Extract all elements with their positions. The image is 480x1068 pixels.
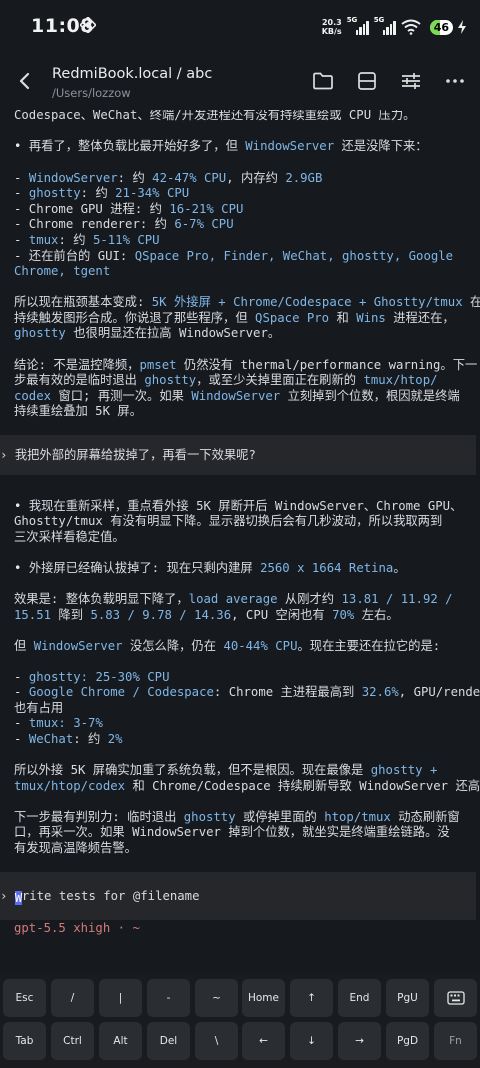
key-tilde[interactable]: ~ [195,979,238,1017]
list-item: - Chrome renderer: 约 6-7% CPU [14,217,234,231]
charging-icon [458,20,466,34]
key-pgup[interactable]: PgU [386,979,429,1017]
output-line: codex 窗口; 再测一次。如果 WindowServer 立刻掉到个位数，根… [14,389,460,403]
signal-strength-icon-2: 5G [374,16,396,35]
app-header: RedmiBook.local / abc /Users/lozzow [0,52,480,110]
keyboard-toggle-icon[interactable] [434,979,477,1017]
model-status: gpt-5.5 xhigh · ~ [14,921,140,935]
list-item: - Google Chrome / Codespace: Chrome 主进程最… [14,685,480,699]
output-line: Codespace、WeChat、终端/开发进程还有没有持续重绘或 CPU 压力… [14,110,416,122]
output-line: tmux/htop/codex 和 Chrome/Codespace 持续刷新导… [14,779,480,793]
output-line: 但 WindowServer 没怎么降，仍在 40-44% CPU。现在主要还在… [14,639,441,653]
list-item: - ghostty: 25-30% CPU [14,670,170,684]
list-item: - WindowServer: 约 42-47% CPU, 内存约 2.9GB [14,171,323,185]
output-line: 三次采样看稳定值。 [14,530,125,544]
session-title: RedmiBook.local / abc [52,66,213,82]
output-line: • 外接屏已经确认拔掉了: 现在只剩内建屏 2560 x 1664 Retina… [14,561,406,575]
list-item: - 还在前台的 GUI: QSpace Pro, Finder, WeChat,… [14,249,454,263]
battery-indicator: 46 [429,19,453,35]
key-home[interactable]: Home [242,979,285,1017]
output-line: 步最有效的是临时退出 ghostty，或至少关掉里面正在刷新的 tmux/hto… [14,373,438,387]
output-line: Ghostty/tmux 有没有明显下降。显示器切换后会有几秒波动，所以我取两到 [14,514,443,528]
key-dash[interactable]: - [147,979,190,1017]
key-slash[interactable]: / [51,979,94,1017]
layout-split-icon[interactable] [356,70,378,92]
output-line: 口，再采一次。如果 WindowServer 掉到个位数，就坐实是终端重绘链路。… [14,825,450,839]
output-line: ghostty 也很明显还在拉高 WindowServer。 [14,326,281,340]
list-item: - Chrome GPU 进程: 约 16-21% CPU [14,202,244,216]
key-up[interactable]: ↑ [290,979,333,1017]
status-bar: 11:08 20.3 KB/s 5G 5G 46 [0,0,480,52]
key-end[interactable]: End [338,979,381,1017]
list-item: - ghostty: 约 21-34% CPU [14,186,190,200]
key-ctrl[interactable]: Ctrl [51,1022,94,1060]
output-line: 持续重绘叠加 5K 屏。 [14,404,142,418]
list-item: - WeChat: 约 2% [14,732,123,746]
key-fn[interactable]: Fn [434,1022,477,1060]
output-line: 效果是: 整体负载明显下降了，load average 从刚才约 13.81 /… [14,592,453,606]
key-pgdn[interactable]: PgD [386,1022,429,1060]
app-notification-icon [80,17,96,33]
key-del[interactable]: Del [147,1022,190,1060]
signal-strength-icon: 5G [347,16,369,35]
text-cursor: W [14,891,23,905]
sliders-icon[interactable] [400,70,422,92]
network-speed: 20.3 KB/s [321,18,342,36]
key-alt[interactable]: Alt [99,1022,142,1060]
extra-keys-bar: Esc / | - ~ Home ↑ End PgU Tab Ctrl Alt … [0,975,480,1068]
terminal-output[interactable]: Codespace、WeChat、终端/开发进程还有没有持续重绘或 CPU 压力… [0,110,480,975]
output-paragraph: • 再看了，整体负载比最开始好多了，但 WindowServer 还是没降下来： [14,139,428,153]
output-line: 持续触发图形合成。你说退了那些程序，但 QSpace Pro 和 Wins 进程… [14,311,455,325]
list-item: - tmux: 3-7% [14,716,103,730]
list-item-continued: 也有占用 [14,701,64,715]
session-path: /Users/lozzow [52,86,131,100]
output-line: 所以现在瓶颈基本变成: 5K 外接屏 + Chrome/Codespace + … [14,295,480,309]
wifi-icon [401,19,421,35]
key-esc[interactable]: Esc [3,979,46,1017]
folder-icon[interactable] [312,70,334,92]
more-options-icon[interactable] [444,70,466,92]
output-line: 结论: 不是温控降频，pmset 仍然没有 thermal/performanc… [14,358,478,372]
key-left[interactable]: ← [242,1022,285,1060]
output-line: 15.51 降到 5.83 / 9.78 / 14.36, CPU 空闲也有 7… [14,608,399,622]
key-right[interactable]: → [338,1022,381,1060]
key-backslash[interactable]: \ [195,1022,238,1060]
list-item: - tmux: 约 5-11% CPU [14,233,160,247]
user-message: › 我把外部的屏幕给拔掉了，再看一下效果呢? [0,435,476,475]
prompt-input-box[interactable]: › Write tests for @filename [0,872,476,920]
list-item-continued: Chrome, tgent [14,264,111,278]
key-down[interactable]: ↓ [290,1022,333,1060]
output-line: • 我现在重新采样，重点看外接 5K 屏断开后 WindowServer、Chr… [14,499,463,513]
output-line: 所以外接 5K 屏确实加重了系统负载，但不是根因。现在最像是 ghostty + [14,763,438,777]
key-tab[interactable]: Tab [3,1022,46,1060]
prompt-input[interactable]: › Write tests for @filename [0,889,200,905]
output-line: 下一步最有判别力: 临时退出 ghostty 或停掉里面的 htop/tmux … [14,810,460,824]
output-line: 有发现高温降频告警。 [14,841,137,855]
key-pipe[interactable]: | [99,979,142,1017]
back-arrow-icon[interactable] [14,70,36,92]
